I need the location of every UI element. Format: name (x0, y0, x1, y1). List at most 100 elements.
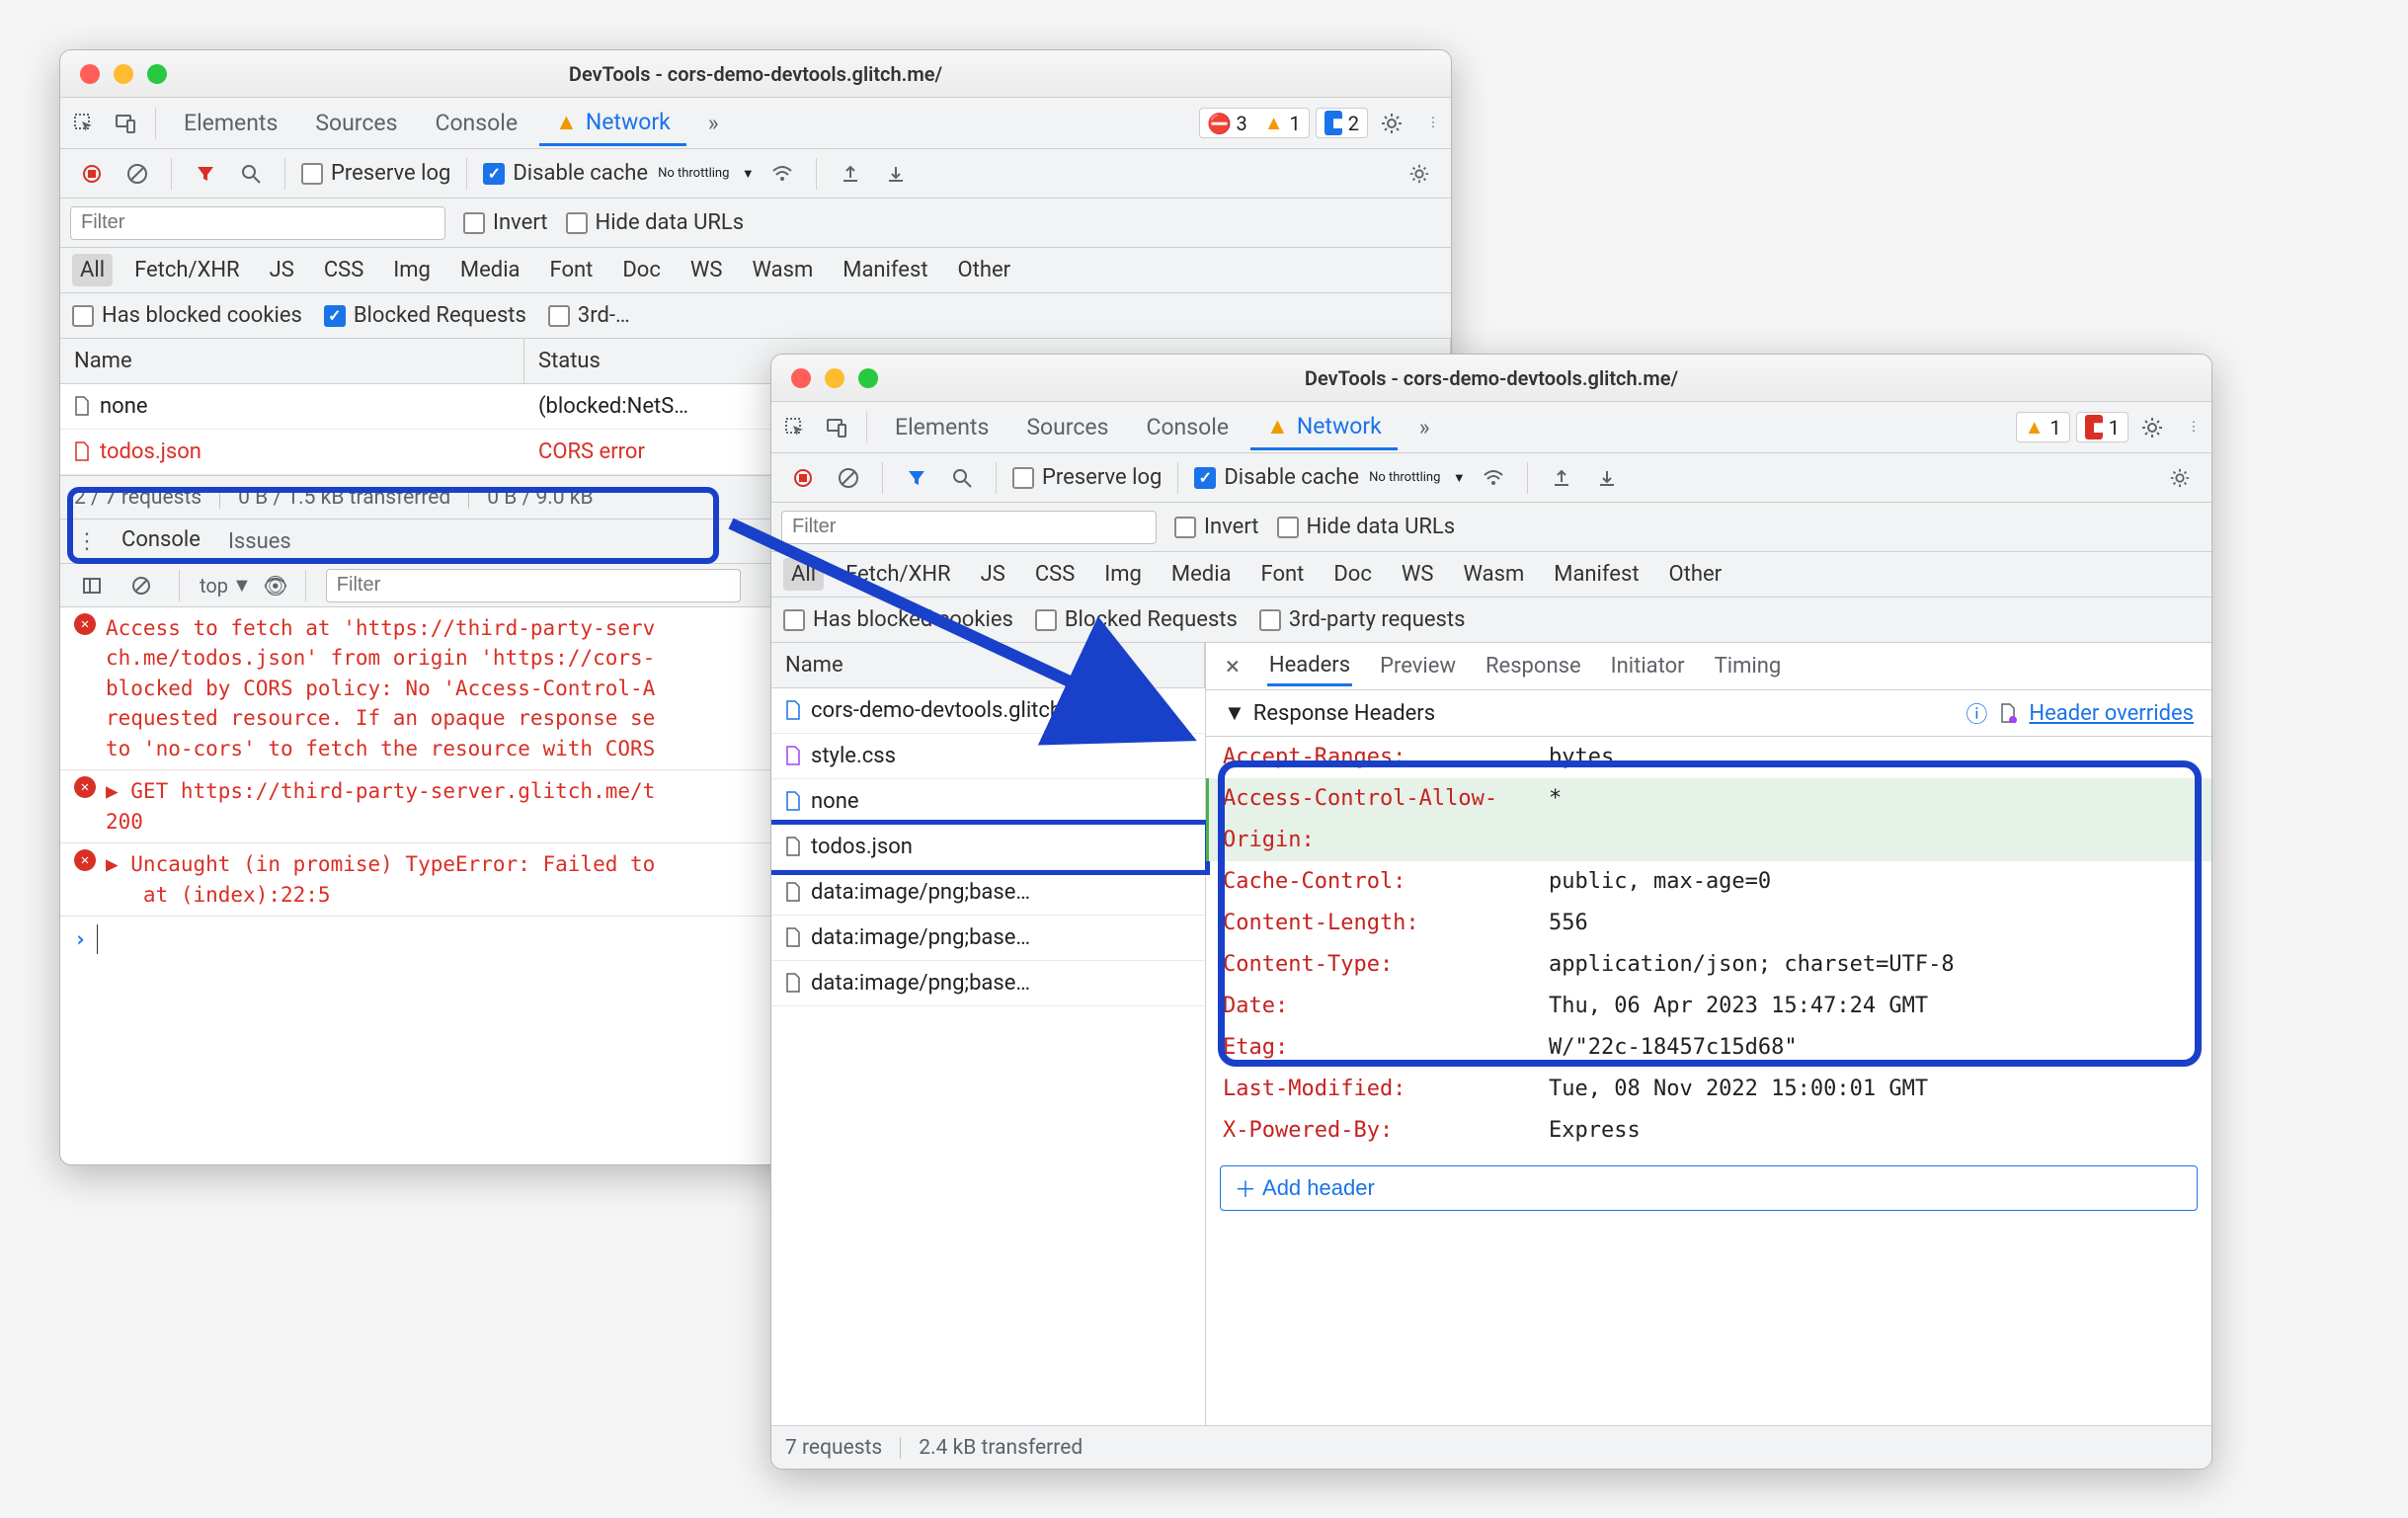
disable-cache-checkbox[interactable]: Disable cache (483, 161, 648, 186)
blocked-cookies-checkbox[interactable]: Has blocked cookies (72, 303, 302, 328)
filter-chip-other[interactable]: Other (1661, 558, 1730, 591)
network-row[interactable]: data:image/png;base… (771, 961, 1205, 1006)
filter-funnel-icon[interactable] (188, 156, 223, 192)
invert-checkbox[interactable]: Invert (1174, 515, 1259, 539)
th-name[interactable]: Name (60, 339, 524, 383)
download-icon[interactable] (878, 156, 914, 192)
preserve-log-checkbox[interactable]: Preserve log (1012, 465, 1162, 490)
filter-input[interactable] (781, 511, 1157, 544)
tab-network[interactable]: ▲Network (539, 101, 686, 146)
blocked-requests-checkbox[interactable]: Blocked Requests (1035, 607, 1238, 632)
kebab-icon[interactable]: ⋮ (1415, 106, 1451, 141)
search-icon[interactable] (944, 460, 980, 496)
disable-cache-checkbox[interactable]: Disable cache (1194, 465, 1359, 490)
search-icon[interactable] (233, 156, 269, 192)
help-icon[interactable]: ⓘ (1966, 702, 1987, 724)
tab-console[interactable]: Console (1130, 406, 1244, 448)
response-header[interactable]: Etag:W/"22c-18457c15d68" (1206, 1027, 2211, 1069)
sidebar-toggle-icon[interactable] (74, 568, 110, 603)
maximize-window-icon[interactable] (147, 64, 167, 84)
filter-chip-all[interactable]: All (72, 254, 113, 286)
tab-timing[interactable]: Timing (1713, 648, 1784, 684)
header-overrides-link[interactable]: Header overrides (2029, 701, 2194, 726)
third-party-checkbox[interactable]: 3rd-… (548, 303, 630, 328)
tab-sources[interactable]: Sources (299, 102, 413, 144)
throttling-select[interactable]: No throttling ▼ (658, 166, 755, 182)
filter-chip-fetchxhr[interactable]: Fetch/XHR (838, 558, 959, 591)
filter-chip-media[interactable]: Media (452, 254, 528, 286)
filter-chip-fetchxhr[interactable]: Fetch/XHR (126, 254, 248, 286)
filter-chip-font[interactable]: Font (542, 254, 602, 286)
hide-data-urls-checkbox[interactable]: Hide data URLs (1277, 515, 1456, 539)
tab-sources[interactable]: Sources (1010, 406, 1124, 448)
filter-chip-font[interactable]: Font (1253, 558, 1313, 591)
add-header-button[interactable]: ＋Add header (1220, 1165, 2198, 1211)
overrides-file-icon[interactable] (1997, 702, 2019, 724)
filter-chip-ws[interactable]: WS (682, 254, 731, 286)
error-counter[interactable]: ⛔3 ▲1 (1199, 108, 1309, 138)
response-header[interactable]: Content-Type:application/json; charset=U… (1206, 944, 2211, 986)
tab-elements[interactable]: Elements (879, 406, 1004, 448)
clear-icon[interactable] (831, 460, 866, 496)
tab-network[interactable]: ▲Network (1250, 405, 1398, 450)
issues-counter[interactable]: ■2 (1316, 108, 1368, 138)
network-row[interactable]: none (771, 779, 1205, 825)
tab-headers[interactable]: Headers (1267, 647, 1352, 686)
filter-input[interactable] (70, 206, 445, 240)
gear-icon[interactable] (2162, 460, 2198, 496)
filter-chip-doc[interactable]: Doc (1325, 558, 1380, 591)
wifi-icon[interactable] (764, 156, 800, 192)
response-header[interactable]: Last-Modified:Tue, 08 Nov 2022 15:00:01 … (1206, 1069, 2211, 1110)
upload-icon[interactable] (833, 156, 868, 192)
th-name[interactable]: Name (771, 643, 1205, 687)
hide-data-urls-checkbox[interactable]: Hide data URLs (566, 210, 745, 235)
filter-funnel-icon[interactable] (899, 460, 934, 496)
tab-console[interactable]: Console (419, 102, 533, 144)
clear-console-icon[interactable] (123, 568, 159, 603)
network-row[interactable]: style.css (771, 734, 1205, 779)
kebab-icon[interactable]: ⋮ (76, 529, 98, 554)
upload-icon[interactable] (1544, 460, 1579, 496)
wifi-icon[interactable] (1476, 460, 1511, 496)
network-row[interactable]: cors-demo-devtools.glitch.me (771, 688, 1205, 734)
blocked-requests-checkbox[interactable]: Blocked Requests (324, 303, 526, 328)
filter-chip-all[interactable]: All (783, 558, 824, 591)
device-toggle-icon[interactable] (819, 410, 854, 445)
drawer-tab-issues[interactable]: Issues (224, 523, 295, 560)
close-details-icon[interactable]: × (1224, 646, 1242, 687)
third-party-checkbox[interactable]: 3rd-party requests (1259, 607, 1466, 632)
live-expression-icon[interactable]: 👁 (266, 576, 285, 596)
kebab-icon[interactable]: ⋮ (2176, 410, 2211, 445)
context-select[interactable]: top ▼ (200, 573, 252, 598)
minimize-window-icon[interactable] (825, 368, 844, 388)
tab-response[interactable]: Response (1484, 648, 1583, 684)
network-row[interactable]: data:image/png;base… (771, 916, 1205, 961)
chevron-down-icon[interactable]: ▼ (1224, 700, 1245, 726)
drawer-tab-console[interactable]: Console (118, 521, 204, 561)
issues-counter[interactable]: ■1 (2076, 412, 2128, 442)
invert-checkbox[interactable]: Invert (463, 210, 548, 235)
filter-chip-wasm[interactable]: Wasm (744, 254, 821, 286)
throttling-select[interactable]: No throttling ▼ (1369, 470, 1466, 486)
filter-chip-img[interactable]: Img (385, 254, 439, 286)
clear-icon[interactable] (120, 156, 155, 192)
response-header[interactable]: Cache-Control:public, max-age=0 (1206, 861, 2211, 903)
maximize-window-icon[interactable] (858, 368, 878, 388)
download-icon[interactable] (1589, 460, 1625, 496)
record-icon[interactable] (785, 460, 821, 496)
tab-preview[interactable]: Preview (1378, 648, 1458, 684)
preserve-log-checkbox[interactable]: Preserve log (301, 161, 450, 186)
filter-chip-css[interactable]: CSS (316, 254, 371, 286)
filter-chip-other[interactable]: Other (950, 254, 1019, 286)
response-header[interactable]: X-Powered-By:Express (1206, 1110, 2211, 1152)
console-filter-input[interactable] (326, 569, 741, 602)
tab-initiator[interactable]: Initiator (1609, 648, 1687, 684)
gear-icon[interactable] (1402, 156, 1437, 192)
close-window-icon[interactable] (791, 368, 811, 388)
gear-icon[interactable] (2134, 410, 2170, 445)
filter-chip-doc[interactable]: Doc (614, 254, 669, 286)
filter-chip-js[interactable]: JS (973, 558, 1013, 591)
record-icon[interactable] (74, 156, 110, 192)
filter-chip-media[interactable]: Media (1164, 558, 1240, 591)
response-header[interactable]: Date:Thu, 06 Apr 2023 15:47:24 GMT (1206, 986, 2211, 1027)
